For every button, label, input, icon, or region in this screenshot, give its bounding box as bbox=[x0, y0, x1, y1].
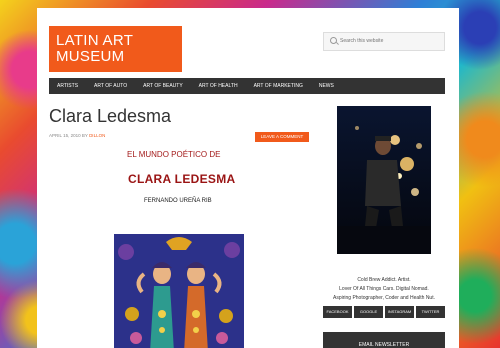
search-input[interactable] bbox=[340, 38, 440, 44]
site-logo[interactable]: LATIN ART MUSEUM bbox=[49, 26, 182, 72]
search-icon bbox=[330, 37, 337, 44]
post-meta: APRIL 15, 2010 BY DILLON bbox=[49, 133, 105, 138]
nav-item-art-of-health[interactable]: ART OF HEALTH bbox=[191, 83, 246, 89]
logo-line-2: MUSEUM bbox=[56, 48, 125, 65]
nav-item-news[interactable]: NEWS bbox=[311, 83, 342, 89]
sidebar-bio: Cold Brew Addict. Artist. Lover Of All T… bbox=[323, 276, 445, 303]
instagram-button[interactable]: INSTAGRAM bbox=[385, 306, 414, 318]
nav-item-art-of-marketing[interactable]: ART OF MARKETING bbox=[246, 83, 311, 89]
nav-item-art-of-beauty[interactable]: ART OF BEAUTY bbox=[135, 83, 191, 89]
sidebar-profile-photo bbox=[337, 106, 431, 254]
facebook-button[interactable]: FACEBOOK bbox=[323, 306, 352, 318]
post-by: BY bbox=[81, 133, 88, 138]
twitter-button[interactable]: TWITTER bbox=[416, 306, 445, 318]
bio-line: Aspiring Photographer, Coder and Health … bbox=[332, 295, 435, 301]
nav-item-artists[interactable]: ARTISTS bbox=[49, 83, 86, 89]
search-box[interactable] bbox=[323, 32, 445, 51]
post-author-link[interactable]: DILLON bbox=[89, 133, 105, 138]
nav-item-art-of-auto[interactable]: ART OF AUTO bbox=[86, 83, 135, 89]
bio-line: Lover Of All Things Cars. Digital Nomad. bbox=[339, 286, 429, 292]
bio-line: Cold Brew Addict. Artist. bbox=[357, 277, 411, 283]
post-artist-name: CLARA LEDESMA bbox=[128, 172, 236, 186]
post-essay-author: FERNANDO UREÑA RIB bbox=[144, 198, 212, 204]
page-container: LATIN ART MUSEUM ARTISTS ART OF AUTO ART… bbox=[37, 8, 459, 348]
logo-line-1: LATIN ART bbox=[56, 32, 134, 49]
leave-comment-button[interactable]: LEAVE A COMMENT bbox=[255, 132, 309, 142]
painting-image bbox=[114, 234, 244, 348]
post-title[interactable]: Clara Ledesma bbox=[49, 106, 171, 127]
post-date: APRIL 15, 2010 bbox=[49, 133, 81, 138]
email-newsletter-widget: EMAIL NEWSLETTER bbox=[323, 332, 445, 348]
post-subtitle: EL MUNDO POÉTICO DE bbox=[127, 150, 221, 159]
newsletter-title: EMAIL NEWSLETTER bbox=[358, 342, 410, 348]
main-nav: ARTISTS ART OF AUTO ART OF BEAUTY ART OF… bbox=[49, 78, 445, 94]
social-buttons: FACEBOOK GOOGLE INSTAGRAM TWITTER bbox=[323, 306, 445, 318]
google-button[interactable]: GOOGLE bbox=[354, 306, 383, 318]
